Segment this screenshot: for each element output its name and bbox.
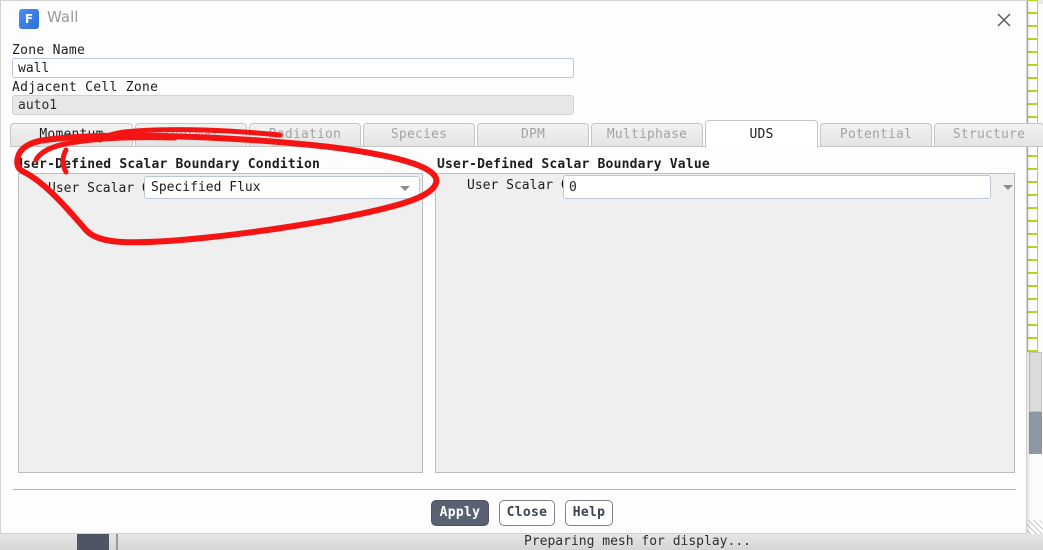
taskbar bbox=[0, 534, 1043, 550]
help-button[interactable]: Help bbox=[565, 500, 613, 526]
footer-divider bbox=[13, 489, 1016, 490]
screen: Preparing mesh for display... F Wall Zon… bbox=[0, 0, 1043, 550]
left-panel-title: User-Defined Scalar Boundary Condition bbox=[15, 157, 321, 172]
background-scrollbar-thumb[interactable] bbox=[1029, 412, 1042, 454]
close-icon[interactable] bbox=[992, 9, 1016, 31]
adjacent-cell-zone-label: Adjacent Cell Zone bbox=[12, 80, 159, 95]
wall-dialog: F Wall Zone Name Adjacent Cell Zone Mome… bbox=[0, 0, 1043, 534]
uds-boundary-value-input[interactable] bbox=[563, 175, 991, 199]
zone-name-input[interactable] bbox=[12, 58, 574, 78]
uds-boundary-condition-value: Specified Flux bbox=[151, 180, 261, 195]
right-panel-box bbox=[435, 173, 1015, 473]
mesh-preview-graphic bbox=[1026, 0, 1038, 352]
right-user-scalar-label: User Scalar 0 bbox=[467, 178, 569, 193]
tab-dpm[interactable]: DPM bbox=[477, 123, 589, 147]
uds-boundary-condition-dropdown[interactable]: Specified Flux bbox=[144, 176, 420, 199]
tab-multiphase[interactable]: Multiphase bbox=[591, 123, 703, 147]
zone-name-label: Zone Name bbox=[12, 43, 86, 58]
uds-boundary-value-dropdown-icon[interactable] bbox=[999, 178, 1017, 196]
tab-species[interactable]: Species bbox=[363, 123, 475, 147]
taskbar-item[interactable] bbox=[77, 534, 109, 550]
tab-structure[interactable]: Structure bbox=[934, 123, 1043, 147]
tab-strip: Momentum Thermal Radiation Species DPM M… bbox=[10, 120, 1043, 148]
dialog-title: Wall bbox=[47, 8, 79, 26]
left-panel-box bbox=[18, 173, 423, 473]
tab-uds[interactable]: UDS bbox=[705, 120, 818, 148]
tab-radiation[interactable]: Radiation bbox=[249, 123, 361, 147]
chevron-down-icon[interactable] bbox=[400, 186, 410, 191]
tab-potential[interactable]: Potential bbox=[820, 123, 932, 147]
background-scrollbar-track[interactable] bbox=[1029, 352, 1042, 412]
fluent-f-icon: F bbox=[19, 9, 39, 29]
left-user-scalar-label: User Scalar 0 bbox=[48, 181, 150, 196]
adjacent-cell-zone-input bbox=[12, 95, 574, 115]
dialog-titlebar[interactable]: F Wall bbox=[1, 1, 1026, 37]
tab-thermal[interactable]: Thermal bbox=[135, 123, 247, 147]
console-status-text-overlay: Preparing mesh for display... bbox=[524, 534, 751, 549]
tab-momentum[interactable]: Momentum bbox=[10, 123, 133, 147]
taskbar-divider bbox=[116, 534, 118, 550]
close-button[interactable]: Close bbox=[499, 500, 555, 526]
apply-button[interactable]: Apply bbox=[431, 500, 489, 526]
right-panel-title: User-Defined Scalar Boundary Value bbox=[437, 157, 710, 172]
